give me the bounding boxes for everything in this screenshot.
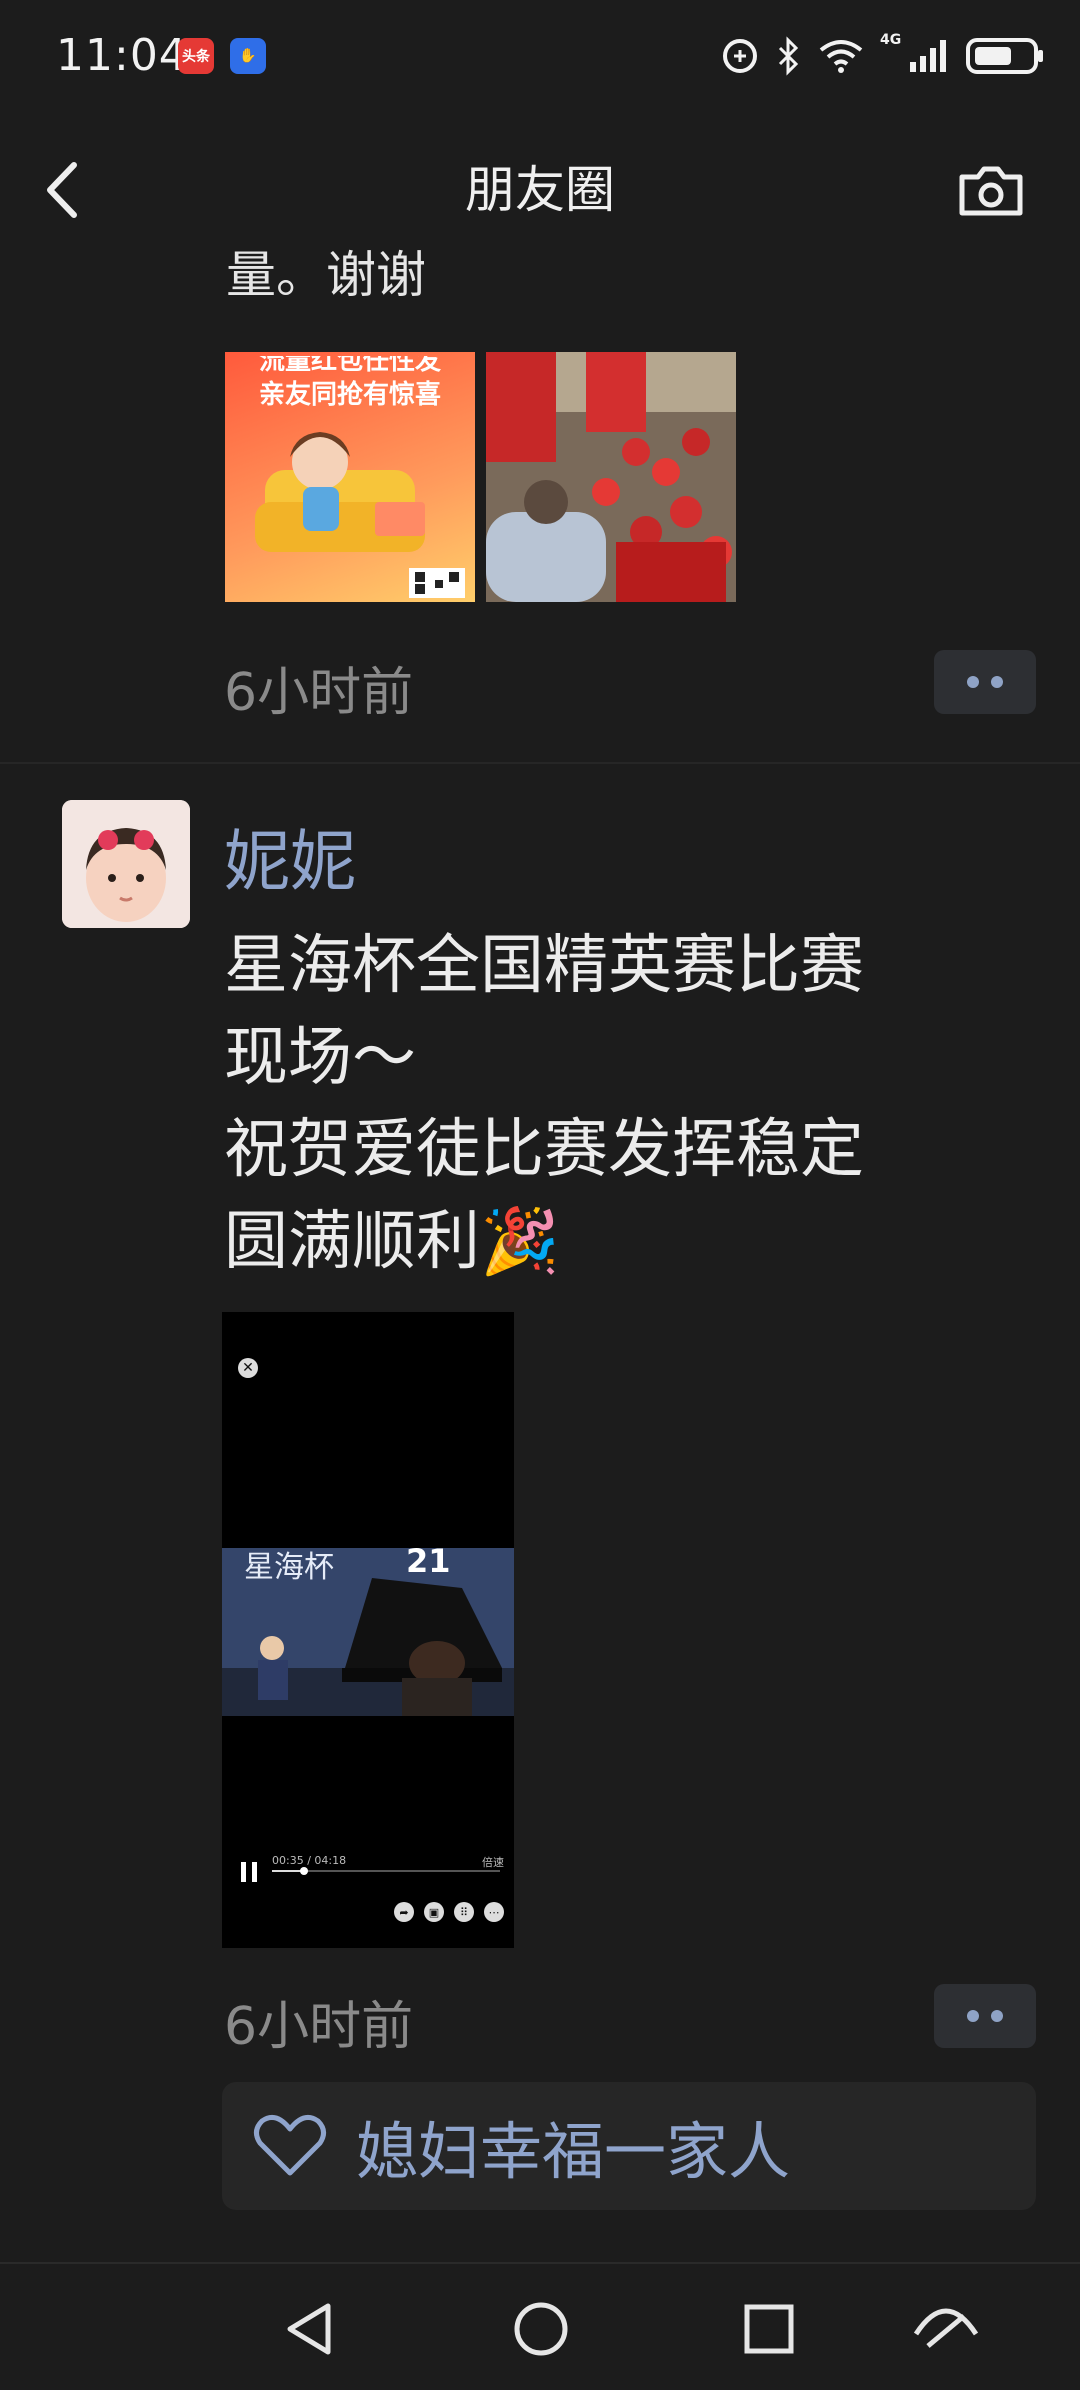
previous-post-image-1[interactable]: 流量红包任性发 亲友同抢有惊喜 [225,352,475,602]
grid-icon[interactable]: ⠿ [454,1902,474,1922]
pause-button[interactable] [238,1860,260,1884]
previous-post-text: 量。谢谢 [226,246,426,301]
post-text: 星海杯全国精英赛比赛 现场～ 祝贺爱徒比赛发挥稳定 圆满顺利🎉 [224,929,864,1279]
previous-post-image-2[interactable] [486,352,736,602]
camera-icon [959,166,1023,216]
circle-home-icon [514,2302,568,2356]
app-notification-icon: ✋ [230,38,266,74]
child-avatar-photo [62,800,190,928]
share-icon[interactable]: ➦ [394,1902,414,1922]
video-banner-number: 21 [406,1548,451,1580]
battery-icon [966,38,1043,74]
camera-button[interactable] [956,155,1026,225]
back-button[interactable] [36,155,96,225]
gesture-icon [913,2308,979,2348]
previous-post-more-button[interactable] [934,650,1036,714]
dot-icon [967,676,979,688]
post-username[interactable]: 妮妮 [224,808,356,904]
video-frame: 星海杯 21 [222,1548,514,1716]
pause-icon [241,1862,257,1882]
system-navigation-bar [0,2262,1080,2390]
nav-back-button[interactable] [276,2294,346,2364]
like-user-name[interactable]: 媳妇幸福一家人 [356,2101,790,2191]
bluetooth-icon [778,36,799,76]
post-more-button[interactable] [934,1984,1036,2048]
likes-section: 媳妇幸福一家人 [222,2082,1036,2210]
heart-icon [254,2114,326,2176]
video-time-display: 00:35 / 04:18 [272,1854,347,1867]
video-progress-knob[interactable] [299,1867,308,1875]
toutiao-notification-icon: 头条 [178,38,214,74]
fire-station-crowd-photo [486,352,736,602]
nav-home-button[interactable] [506,2294,576,2364]
dot-icon [991,2010,1003,2022]
signal-strength-icon: 4G [880,32,950,76]
video-banner-text: 星海杯 [244,1550,334,1585]
header: 朋友圈 [0,115,1080,260]
cartoon-girl-illustration [255,432,465,598]
status-icons: 4G [720,30,1046,82]
video-player[interactable]: ✕ 星海杯 21 00:35 / 04:18 倍速 ➦ ▣ ⠿ ⋯ [222,1312,514,1948]
status-bar: 11:04 头条 ✋ 4G [0,0,1080,115]
more-icon[interactable]: ⋯ [484,1902,504,1922]
save-icon[interactable]: ▣ [424,1902,444,1922]
page-title: 朋友圈 [465,161,615,219]
video-speed-button[interactable]: 倍速 [482,1854,504,1870]
post-time: 6小时前 [224,1997,414,2057]
avatar[interactable] [62,800,190,928]
dot-icon [991,676,1003,688]
back-arrow-icon [47,162,77,218]
video-progress-bar[interactable] [272,1867,500,1875]
triangle-back-icon [287,2303,331,2355]
clock-time: 11:04 [56,30,188,81]
video-close-icon[interactable]: ✕ [238,1358,258,1378]
nav-gesture-button[interactable] [906,2294,979,2364]
nav-recent-button[interactable] [734,2294,804,2364]
wifi-icon [819,40,863,73]
square-recent-icon [744,2304,794,2354]
dot-icon [967,2010,979,2022]
previous-post-time: 6小时前 [224,663,414,723]
post-divider [0,762,1080,764]
data-saver-icon [723,39,757,73]
